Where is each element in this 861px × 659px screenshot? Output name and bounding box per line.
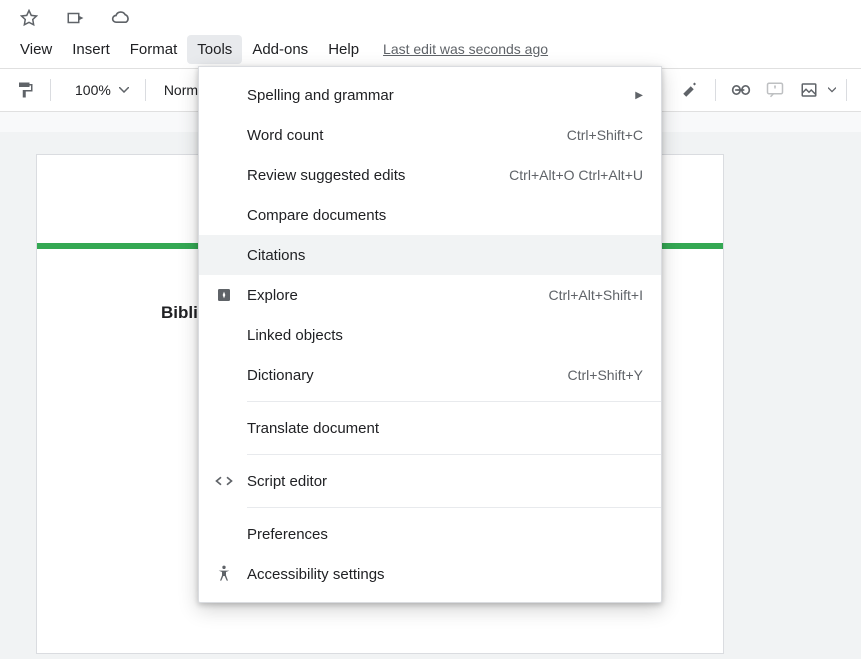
- dd-label: Accessibility settings: [247, 566, 643, 583]
- dd-label: Spelling and grammar: [247, 87, 625, 104]
- blank-icon: [213, 418, 235, 438]
- chevron-down-icon: [119, 87, 129, 93]
- dd-preferences[interactable]: Preferences: [199, 514, 661, 554]
- chevron-down-icon[interactable]: [828, 87, 836, 93]
- last-edit-link[interactable]: Last edit was seconds ago: [383, 41, 548, 57]
- menu-help[interactable]: Help: [318, 35, 369, 64]
- menu-view[interactable]: View: [10, 35, 62, 64]
- divider: [145, 79, 146, 101]
- dropdown-separator: [247, 507, 661, 508]
- code-icon: [213, 471, 235, 491]
- menu-tools[interactable]: Tools: [187, 35, 242, 64]
- dd-label: Linked objects: [247, 327, 643, 344]
- dd-label: Review suggested edits: [247, 167, 509, 184]
- dd-shortcut: Ctrl+Shift+C: [567, 127, 643, 143]
- menu-insert[interactable]: Insert: [62, 35, 120, 64]
- divider: [715, 79, 716, 101]
- image-icon[interactable]: [794, 75, 824, 105]
- star-icon[interactable]: [14, 3, 44, 33]
- menu-addons[interactable]: Add-ons: [242, 35, 318, 64]
- divider: [846, 79, 847, 101]
- dd-translate[interactable]: Translate document: [199, 408, 661, 448]
- blank-icon: [213, 245, 235, 265]
- menu-format[interactable]: Format: [120, 35, 188, 64]
- submenu-arrow-icon: ▶: [635, 90, 643, 101]
- dd-label: Script editor: [247, 473, 643, 490]
- dd-label: Word count: [247, 127, 567, 144]
- dd-script-editor[interactable]: Script editor: [199, 461, 661, 501]
- blank-icon: [213, 125, 235, 145]
- dd-label: Citations: [247, 247, 643, 264]
- blank-icon: [213, 165, 235, 185]
- blank-icon: [213, 524, 235, 544]
- tools-dropdown: Spelling and grammar ▶ Word count Ctrl+S…: [198, 66, 662, 603]
- dd-shortcut: Ctrl+Alt+Shift+I: [548, 287, 643, 303]
- zoom-value: 100%: [75, 82, 111, 98]
- dd-shortcut: Ctrl+Alt+O Ctrl+Alt+U: [509, 167, 643, 183]
- dropdown-separator: [247, 454, 661, 455]
- highlight-icon[interactable]: [675, 75, 705, 105]
- dd-citations[interactable]: Citations: [199, 235, 661, 275]
- dd-label: Translate document: [247, 420, 643, 437]
- move-icon[interactable]: [60, 3, 90, 33]
- blank-icon: [213, 325, 235, 345]
- explore-icon: [213, 285, 235, 305]
- dd-word-count[interactable]: Word count Ctrl+Shift+C: [199, 115, 661, 155]
- blank-icon: [213, 205, 235, 225]
- blank-icon: [213, 365, 235, 385]
- zoom-select[interactable]: 100%: [61, 82, 135, 98]
- dd-explore[interactable]: Explore Ctrl+Alt+Shift+I: [199, 275, 661, 315]
- divider: [50, 79, 51, 101]
- link-icon[interactable]: [726, 75, 756, 105]
- dd-label: Explore: [247, 287, 548, 304]
- dd-linked-objects[interactable]: Linked objects: [199, 315, 661, 355]
- dd-dictionary[interactable]: Dictionary Ctrl+Shift+Y: [199, 355, 661, 395]
- right-toolbar: [675, 75, 853, 105]
- dd-review-edits[interactable]: Review suggested edits Ctrl+Alt+O Ctrl+A…: [199, 155, 661, 195]
- dropdown-separator: [247, 401, 661, 402]
- menubar: View Insert Format Tools Add-ons Help La…: [0, 30, 861, 68]
- dd-label: Dictionary: [247, 367, 568, 384]
- accessibility-icon: [213, 564, 235, 584]
- paint-format-icon[interactable]: [10, 75, 40, 105]
- titlebar-icons: [0, 0, 861, 30]
- dd-label: Preferences: [247, 526, 643, 543]
- dd-compare-docs[interactable]: Compare documents: [199, 195, 661, 235]
- dd-spelling-grammar[interactable]: Spelling and grammar ▶: [199, 75, 661, 115]
- blank-icon: [213, 85, 235, 105]
- comment-icon[interactable]: [760, 75, 790, 105]
- dd-shortcut: Ctrl+Shift+Y: [568, 367, 643, 383]
- dd-label: Compare documents: [247, 207, 643, 224]
- cloud-icon[interactable]: [106, 3, 136, 33]
- dd-accessibility[interactable]: Accessibility settings: [199, 554, 661, 594]
